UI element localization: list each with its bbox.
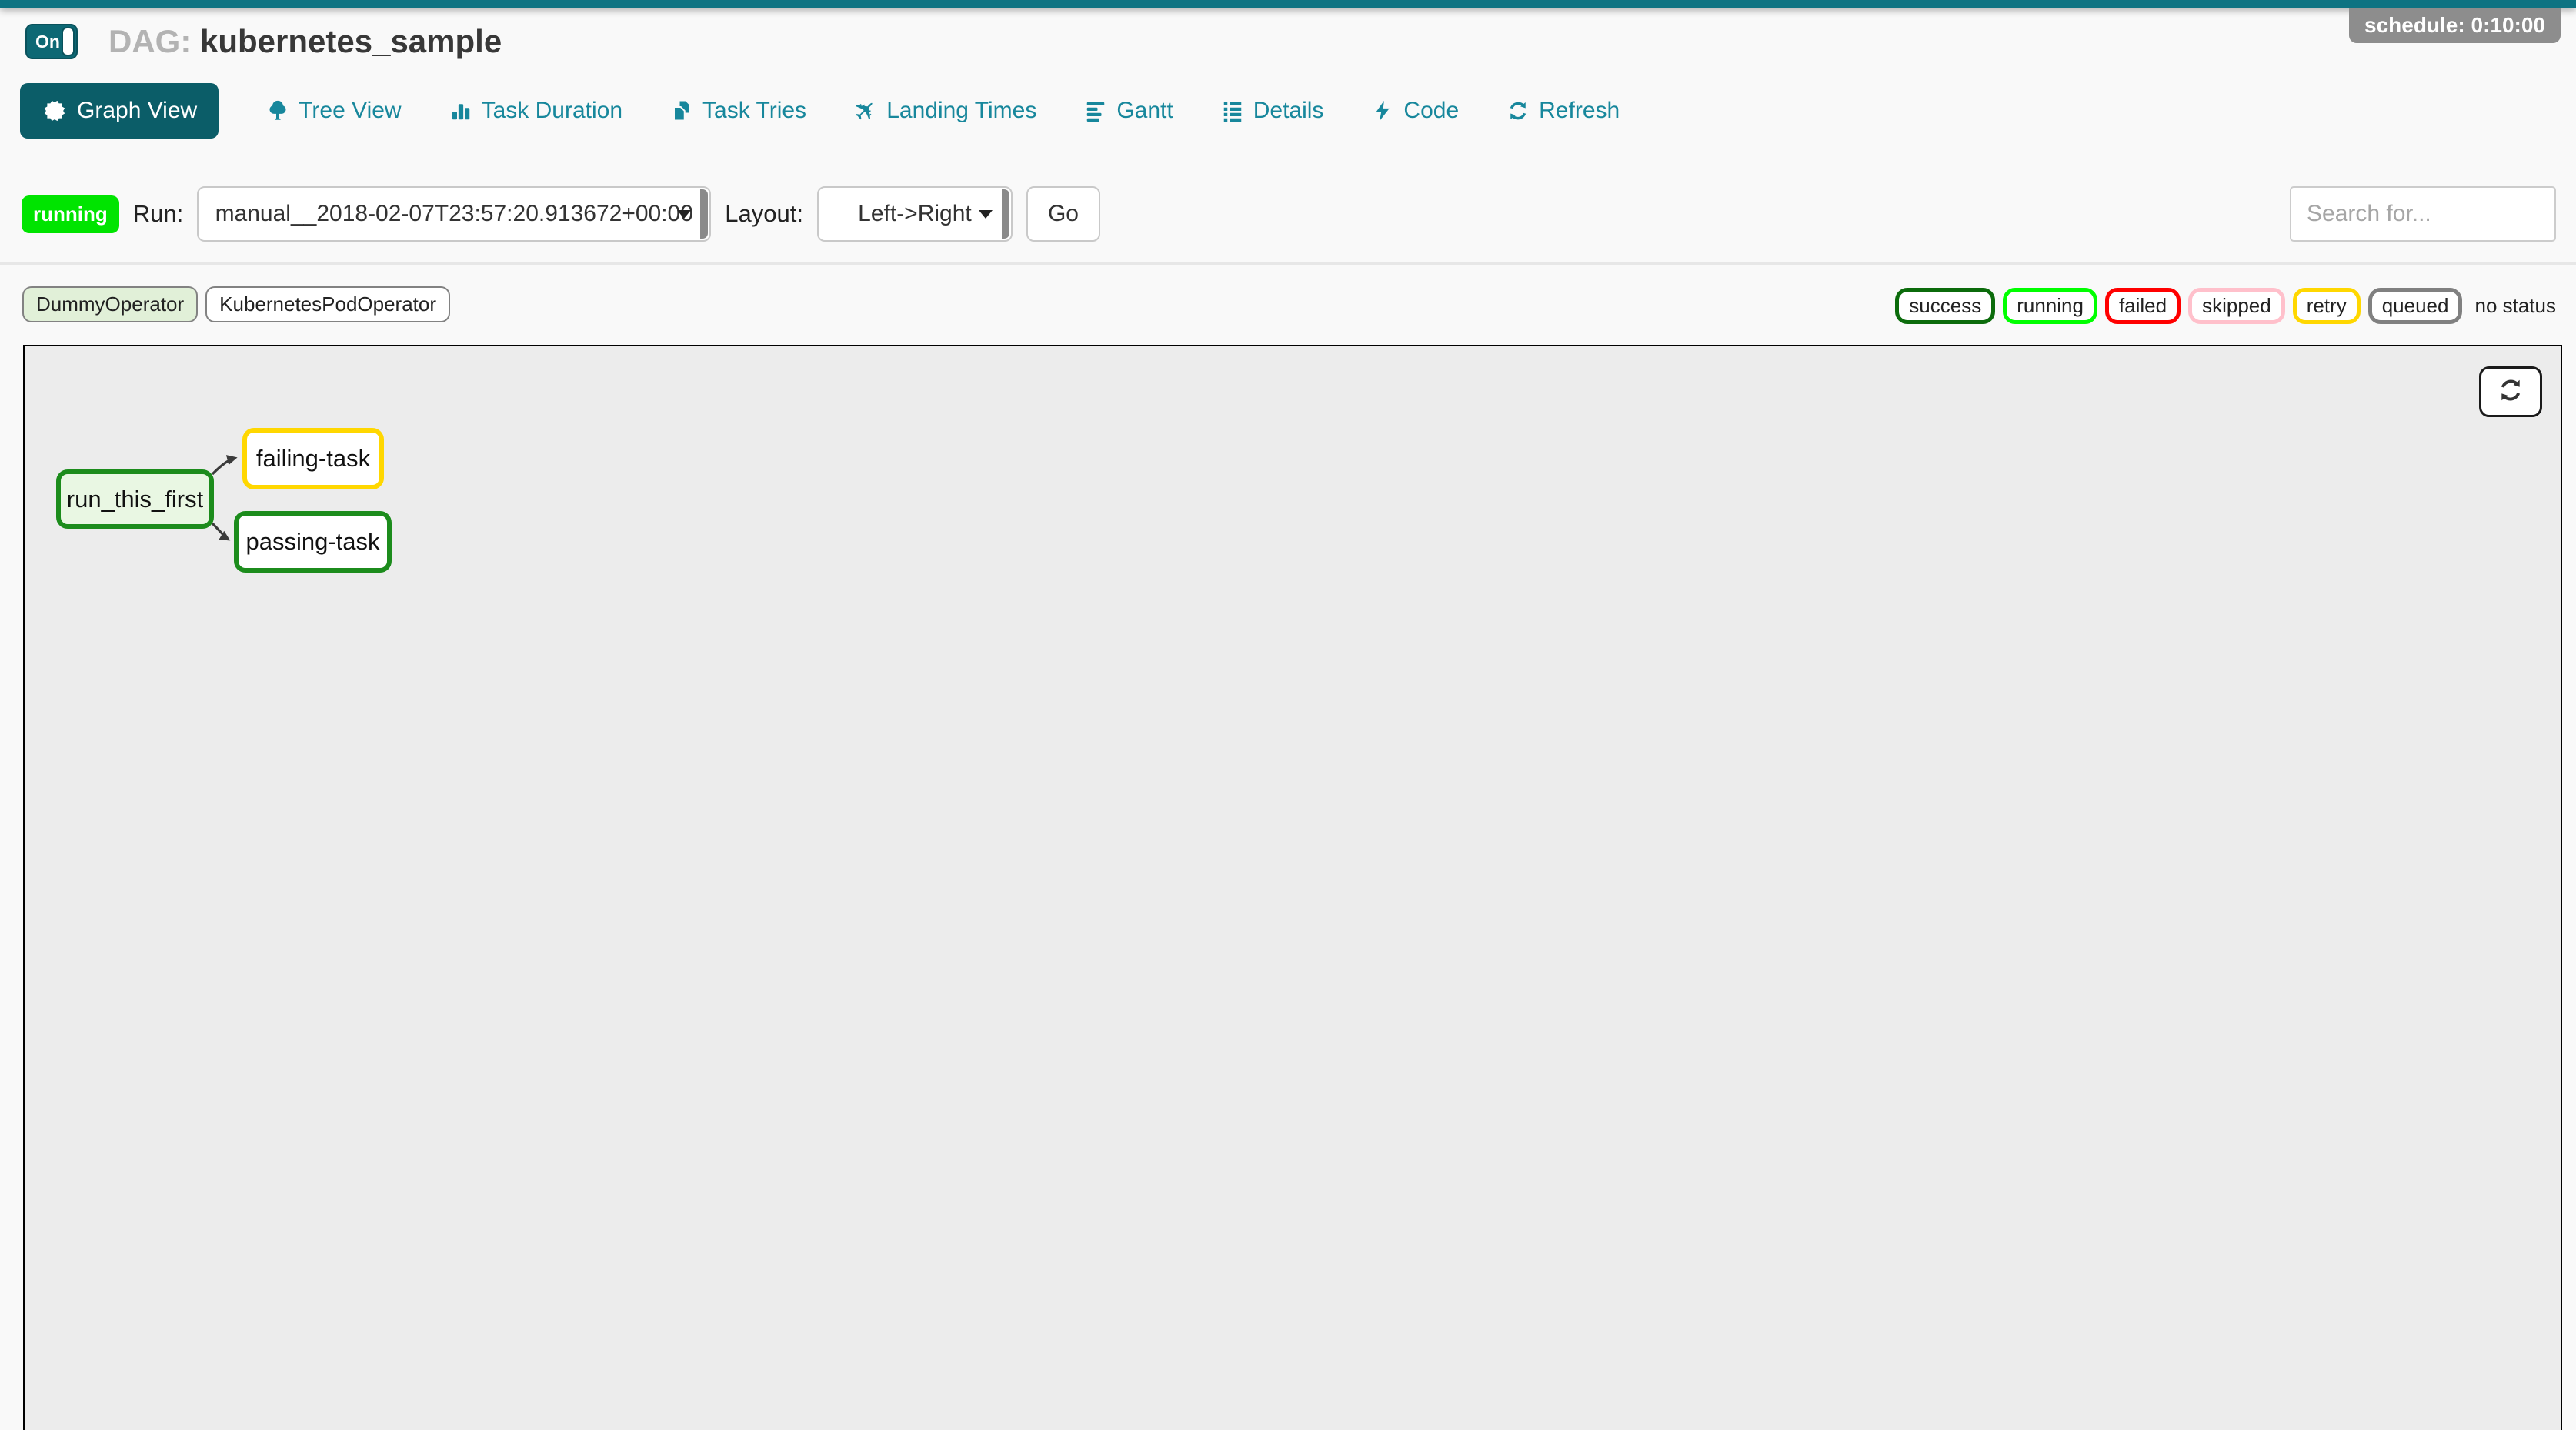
- task-node-failing-task[interactable]: failing-task: [242, 428, 384, 489]
- bolt-icon: [1371, 99, 1394, 122]
- tab-label: Refresh: [1539, 98, 1620, 124]
- layout-label: Layout:: [725, 200, 803, 228]
- refresh-icon: [2497, 376, 2524, 408]
- dag-edges: [25, 346, 2564, 1430]
- tab-tree-view[interactable]: Tree View: [266, 98, 401, 124]
- toggle-knob: [62, 27, 75, 56]
- header-row: On DAG: kubernetes_sample: [25, 23, 502, 60]
- tab-code[interactable]: Code: [1371, 98, 1459, 124]
- chevron-down-icon: [677, 210, 691, 219]
- dag-graph-panel: run_this_first failing-task passing-task: [23, 345, 2562, 1430]
- tab-task-duration[interactable]: Task Duration: [449, 98, 622, 124]
- state-legend: success running failed skipped retry que…: [1895, 288, 2561, 324]
- legend-failed: failed: [2105, 288, 2181, 324]
- search-input[interactable]: [2290, 186, 2556, 242]
- page-title: DAG: kubernetes_sample: [108, 23, 502, 60]
- dag-label: DAG:: [108, 23, 191, 59]
- select-scroll-strip: [700, 189, 708, 239]
- layout-select[interactable]: Left->Right: [817, 186, 1013, 242]
- run-controls: running Run: manual__2018-02-07T23:57:20…: [22, 186, 1100, 242]
- operator-legend: DummyOperator KubernetesPodOperator: [22, 286, 450, 322]
- plane-icon: ✈: [854, 97, 877, 125]
- tab-label: Graph View: [77, 98, 197, 124]
- graph-burst-icon: [42, 98, 68, 124]
- tab-label: Landing Times: [886, 98, 1036, 124]
- tab-landing-times[interactable]: ✈ Landing Times: [854, 97, 1036, 125]
- toggle-label: On: [35, 32, 60, 52]
- bar-chart-icon: [449, 99, 472, 122]
- duplicate-icon: [670, 99, 693, 122]
- list-icon: [1221, 99, 1244, 122]
- tab-label: Task Tries: [702, 98, 806, 124]
- graph-refresh-button[interactable]: [2479, 366, 2542, 417]
- select-scroll-strip: [1002, 189, 1009, 239]
- task-node-run-this-first[interactable]: run_this_first: [56, 469, 214, 529]
- layout-select-value: Left->Right: [858, 201, 972, 227]
- dag-run-state-badge: running: [22, 195, 119, 233]
- tab-graph-view[interactable]: Graph View: [20, 83, 219, 139]
- align-left-icon: [1084, 99, 1107, 122]
- tab-label: Task Duration: [482, 98, 622, 124]
- legend-queued: queued: [2368, 288, 2463, 324]
- run-select-value: manual__2018-02-07T23:57:20.913672+00:00: [215, 201, 693, 227]
- view-nav: Graph View Tree View Task Duration Task …: [20, 83, 1620, 139]
- tab-task-tries[interactable]: Task Tries: [670, 98, 806, 124]
- tab-label: Gantt: [1116, 98, 1173, 124]
- legend-running: running: [2003, 288, 2097, 324]
- tab-label: Code: [1403, 98, 1459, 124]
- divider: [0, 262, 2576, 265]
- legend-success: success: [1895, 288, 1995, 324]
- tab-label: Details: [1253, 98, 1324, 124]
- run-select[interactable]: manual__2018-02-07T23:57:20.913672+00:00: [197, 186, 711, 242]
- refresh-icon: [1507, 99, 1530, 122]
- schedule-badge: schedule: 0:10:00: [2349, 8, 2561, 43]
- operator-badge-kubernetespod: KubernetesPodOperator: [205, 286, 450, 322]
- legend-retry: retry: [2293, 288, 2361, 324]
- tab-refresh[interactable]: Refresh: [1507, 98, 1620, 124]
- dag-name: kubernetes_sample: [200, 23, 502, 59]
- tab-gantt[interactable]: Gantt: [1084, 98, 1173, 124]
- go-button[interactable]: Go: [1026, 186, 1100, 242]
- tab-details[interactable]: Details: [1221, 98, 1324, 124]
- top-accent-bar: [0, 0, 2576, 8]
- operator-badge-dummy: DummyOperator: [22, 286, 198, 322]
- tab-label: Tree View: [299, 98, 401, 124]
- run-label: Run:: [133, 200, 183, 228]
- legend-skipped: skipped: [2188, 288, 2285, 324]
- chevron-down-icon: [979, 210, 993, 219]
- legend-no-status: no status: [2470, 292, 2561, 320]
- task-node-passing-task[interactable]: passing-task: [234, 511, 392, 573]
- tree-icon: [266, 99, 289, 122]
- dag-pause-toggle[interactable]: On: [25, 24, 78, 59]
